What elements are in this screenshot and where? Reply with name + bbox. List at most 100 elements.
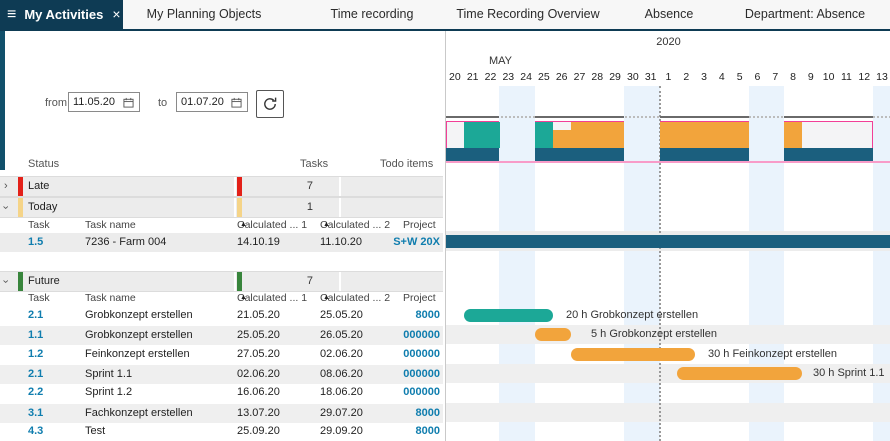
- task-name: Sprint 1.2: [85, 383, 132, 402]
- today-status-color-bar: [18, 198, 23, 217]
- day-tick: 10: [820, 70, 838, 84]
- date-range-controls: from to: [0, 90, 445, 120]
- project-link[interactable]: 8000: [393, 404, 440, 423]
- gantt-bar-grobkonzept-1-1[interactable]: [535, 328, 571, 341]
- day-tick: 5: [731, 70, 749, 84]
- group-row-late[interactable]: › Late 7: [0, 176, 443, 197]
- project-link[interactable]: 000000: [393, 345, 440, 364]
- timeline-year-label: 2020: [446, 36, 890, 48]
- calculated-date-2: 11.10.20: [320, 233, 362, 252]
- task-number-link[interactable]: 1.1: [28, 326, 43, 345]
- group-label: Future: [28, 272, 60, 291]
- day-tick: 30: [624, 70, 642, 84]
- table-row[interactable]: 1.2 Feinkonzept erstellen 27.05.20 02.06…: [0, 345, 443, 364]
- project-link[interactable]: 000000: [393, 383, 440, 402]
- baseload-strip: [535, 148, 624, 161]
- day-tick: 9: [802, 70, 820, 84]
- sort-asc-icon: ▲: [323, 290, 330, 306]
- chevron-right-icon[interactable]: ›: [4, 177, 8, 196]
- day-tick: 26: [553, 70, 571, 84]
- chevron-down-icon[interactable]: ›: [0, 280, 14, 284]
- capacity-limit-segment: [446, 116, 499, 118]
- project-link[interactable]: 8000: [393, 306, 440, 325]
- gantt-bar-label: 30 h Feinkonzept erstellen: [708, 348, 837, 361]
- group-row-future[interactable]: › Future 7: [0, 271, 443, 292]
- day-tick: 28: [588, 70, 606, 84]
- cell-separator: [234, 198, 236, 217]
- task-number-link[interactable]: 2.1: [28, 365, 43, 384]
- day-tick: 11: [838, 70, 856, 84]
- table-row[interactable]: 1.1 Grobkonzept erstellen 25.05.20 26.05…: [0, 325, 443, 346]
- task-name: Fachkonzept erstellen: [85, 404, 193, 423]
- capacity-bar-orange[interactable]: [784, 122, 802, 148]
- todo-items-column-header: Todo items: [380, 155, 433, 174]
- tab-department-absence[interactable]: Department: Absence: [745, 0, 865, 29]
- gantt-panel: 2020 MAY 20 21 22 23 24 25 26 27 28 29 3…: [445, 31, 890, 441]
- gantt-bar-farm-004[interactable]: [446, 235, 890, 248]
- gantt-bar-sprint-1-1[interactable]: [677, 367, 802, 380]
- project-column-header: Project: [403, 290, 436, 306]
- hamburger-menu-icon[interactable]: ≡: [7, 0, 16, 29]
- status-column-header: Status: [28, 155, 59, 174]
- close-tab-icon[interactable]: ×: [112, 0, 120, 29]
- timeline-day-scale: 20 21 22 23 24 25 26 27 28 29 30 31 1 2 …: [446, 70, 890, 84]
- task-name: Sprint 1.1: [85, 365, 132, 384]
- table-row[interactable]: 2.1 Sprint 1.1 02.06.20 08.06.20 000000: [0, 364, 443, 385]
- project-link[interactable]: S+W 20X: [393, 233, 440, 252]
- calculated-date-2: 02.06.20: [320, 345, 363, 364]
- task-name: 7236 - Farm 004: [85, 233, 166, 252]
- table-row[interactable]: 1.5 7236 - Farm 004 14.10.19 11.10.20 S+…: [0, 233, 443, 252]
- capacity-bar-orange[interactable]: [553, 130, 571, 148]
- gantt-bar-feinkonzept[interactable]: [571, 348, 695, 361]
- capacity-bar-teal[interactable]: [464, 122, 500, 148]
- project-link[interactable]: 000000: [393, 326, 440, 345]
- from-date-input[interactable]: [73, 96, 123, 108]
- sort-asc-icon: ▲: [323, 217, 330, 233]
- tab-my-planning-objects[interactable]: My Planning Objects: [147, 0, 262, 29]
- from-date-field[interactable]: [68, 92, 140, 112]
- table-row[interactable]: 4.3 Test 25.09.20 29.09.20 8000: [0, 422, 443, 441]
- to-date-input[interactable]: [181, 96, 231, 108]
- table-row[interactable]: 2.2 Sprint 1.2 16.06.20 18.06.20 000000: [0, 383, 443, 402]
- task-number-link[interactable]: 4.3: [28, 422, 43, 441]
- calculated-date-2: 25.05.20: [320, 306, 363, 325]
- baseload-strip: [660, 148, 749, 161]
- tab-bar: ≡ My Activities × My Planning Objects Ti…: [0, 0, 890, 31]
- gantt-bar-grobkonzept-2-1[interactable]: [464, 309, 553, 322]
- task-number-link[interactable]: 3.1: [28, 404, 43, 423]
- refresh-icon: [262, 96, 278, 112]
- tab-time-recording-overview[interactable]: Time Recording Overview: [456, 0, 599, 29]
- gantt-bar-label: 5 h Grobkonzept erstellen: [591, 328, 717, 341]
- calendar-icon[interactable]: [231, 97, 242, 108]
- task-number-link[interactable]: 1.2: [28, 345, 43, 364]
- tab-my-activities-label: My Activities: [24, 7, 103, 22]
- group-row-today[interactable]: › Today 1: [0, 197, 443, 218]
- weekend-band: [624, 86, 660, 441]
- day-tick: 7: [766, 70, 784, 84]
- calculated-date-2: 29.09.20: [320, 422, 363, 441]
- table-row[interactable]: 3.1 Fachkonzept erstellen 13.07.20 29.07…: [0, 403, 443, 424]
- day-tick: 4: [713, 70, 731, 84]
- subheader-row: Task Task name Calculated ... 1▲ Calcula…: [0, 290, 443, 306]
- tab-absence[interactable]: Absence: [645, 0, 694, 29]
- table-row[interactable]: 2.1 Grobkonzept erstellen 21.05.20 25.05…: [0, 306, 443, 325]
- day-tick: 3: [695, 70, 713, 84]
- task-number-link[interactable]: 2.2: [28, 383, 43, 402]
- calendar-icon[interactable]: [123, 97, 134, 108]
- capacity-bar-teal[interactable]: [535, 122, 553, 148]
- capacity-bar-orange[interactable]: [660, 122, 749, 148]
- to-date-field[interactable]: [176, 92, 248, 112]
- chevron-down-icon[interactable]: ›: [0, 206, 14, 210]
- project-link[interactable]: 000000: [393, 365, 440, 384]
- gantt-bar-label: 20 h Grobkonzept erstellen: [566, 309, 698, 322]
- refresh-button[interactable]: [256, 90, 284, 118]
- task-number-link[interactable]: 2.1: [28, 306, 43, 325]
- task-number-link[interactable]: 1.5: [28, 233, 43, 252]
- project-link[interactable]: 8000: [393, 422, 440, 441]
- tab-my-activities[interactable]: ≡ My Activities ×: [0, 0, 123, 29]
- subheader-row: Task Task name Calculated ... 1▲ Calcula…: [0, 217, 443, 233]
- calculated-date-1: 21.05.20: [237, 306, 280, 325]
- tab-time-recording[interactable]: Time recording: [331, 0, 414, 29]
- capacity-bar-orange[interactable]: [571, 122, 624, 148]
- day-tick: 22: [482, 70, 500, 84]
